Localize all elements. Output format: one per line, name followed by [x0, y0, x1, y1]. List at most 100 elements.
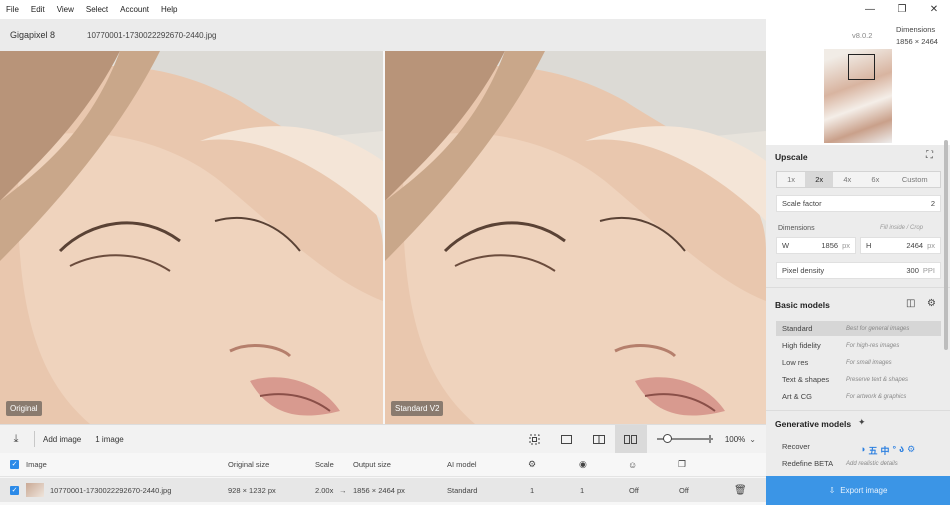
- scale-factor-field[interactable]: Scale factor 2: [776, 195, 941, 212]
- add-image-button[interactable]: Add image: [43, 435, 81, 444]
- model-label: Standard V2: [391, 401, 444, 416]
- ime-settings-icon[interactable]: ⚙: [907, 444, 915, 457]
- row-denoise: 1: [530, 485, 535, 495]
- zoom-slider[interactable]: [656, 434, 713, 443]
- height-value: 2464: [906, 241, 924, 250]
- row-arrow-icon: →: [339, 485, 347, 495]
- title-bar: Gigapixel 8 10770001-1730022292670-2440.…: [0, 19, 766, 51]
- ime-logo-icon[interactable]: ◑: [860, 444, 865, 457]
- ime-glyph[interactable]: 中: [880, 444, 889, 457]
- menu-file[interactable]: File: [6, 5, 19, 14]
- ime-glyph[interactable]: ა: [899, 444, 904, 457]
- generative-models-title: Generative models: [775, 419, 852, 429]
- model-recover[interactable]: Recover: [776, 439, 941, 454]
- maximize-button[interactable]: ❐: [886, 0, 918, 19]
- scale-1x[interactable]: 1x: [777, 172, 805, 187]
- model-name: High fidelity: [782, 341, 821, 350]
- minimize-button[interactable]: —: [854, 0, 886, 19]
- height-field[interactable]: H 2464 px: [860, 237, 941, 254]
- ime-glyph[interactable]: °: [892, 444, 896, 457]
- preview-pane[interactable]: Standard V2: [385, 51, 766, 424]
- select-all-checkbox[interactable]: ✓: [10, 460, 19, 469]
- model-name: Recover: [782, 442, 810, 451]
- zoom-level[interactable]: 100%: [725, 435, 745, 444]
- pixel-density-field[interactable]: Pixel density 300 PPI: [776, 262, 941, 279]
- width-value: 1856: [821, 241, 839, 250]
- upscale-crop-icon[interactable]: ⛶: [926, 150, 933, 161]
- single-view-button[interactable]: [551, 425, 583, 454]
- scale-4x[interactable]: 4x: [833, 172, 861, 187]
- fit-view-button[interactable]: [519, 425, 551, 454]
- preview-dimensions-value: 1856 × 2464: [896, 37, 938, 46]
- row-ai-model: Standard: [447, 485, 478, 495]
- model-art-cg[interactable]: Art & CG For artwork & graphics: [776, 389, 941, 404]
- model-text-shapes[interactable]: Text & shapes Preserve text & shapes: [776, 372, 941, 387]
- model-desc: For artwork & graphics: [846, 393, 907, 400]
- panel-scrollbar[interactable]: [944, 140, 948, 350]
- navigator-thumbnail[interactable]: [824, 49, 892, 143]
- model-name: Text & shapes: [782, 375, 830, 384]
- model-desc: Add realistic details: [846, 460, 898, 467]
- model-desc: Preserve text & shapes: [846, 376, 909, 383]
- image-table: ✓ Image Original size Scale Output size …: [0, 453, 766, 505]
- scale-factor-label: Scale factor: [782, 199, 822, 208]
- zoom-chevron-icon[interactable]: ⌄: [749, 435, 756, 444]
- compare-icon[interactable]: ◫: [906, 298, 915, 309]
- navigator-viewport[interactable]: [848, 54, 875, 80]
- table-header: ✓ Image Original size Scale Output size …: [0, 453, 766, 477]
- denoise-icon: ⚙: [528, 459, 537, 469]
- header-image: Image: [26, 460, 47, 469]
- original-pane[interactable]: Original: [0, 51, 383, 424]
- row-sharpen: 1: [580, 485, 585, 495]
- preview-dimensions-label: Dimensions: [896, 25, 936, 34]
- row-face: Off: [629, 485, 639, 495]
- zoom-knob[interactable]: [662, 434, 672, 443]
- dimensions-hint[interactable]: Fill inside / Crop: [880, 225, 923, 231]
- settings-icon[interactable]: ⚙: [927, 298, 936, 309]
- original-photo: [0, 51, 383, 424]
- fit-icon: [529, 434, 540, 444]
- model-high-fidelity[interactable]: High fidelity For high-res images: [776, 338, 941, 353]
- export-button[interactable]: ⇩ Export image: [766, 476, 950, 505]
- model-desc: For small images: [846, 359, 892, 366]
- bottom-toolbar: ⤓ Add image 1 image 100% ⌄: [0, 424, 766, 454]
- menu-view[interactable]: View: [57, 5, 74, 14]
- sharpen-icon: ◉: [579, 459, 587, 469]
- side-by-side-button[interactable]: [614, 424, 647, 454]
- split-view-button[interactable]: [583, 425, 615, 454]
- menu-bar: File Edit View Select Account Help — ❐ ✕: [0, 0, 950, 19]
- pixel-density-value: 300: [906, 266, 919, 275]
- ime-toolbar[interactable]: ◑ 五 中 ° ა ⚙: [860, 444, 915, 457]
- menu-account[interactable]: Account: [120, 5, 149, 14]
- table-row[interactable]: ✓ 10770001-1730022292670-2440.jpg 928 × …: [0, 478, 766, 502]
- menu-edit[interactable]: Edit: [31, 5, 45, 14]
- download-icon[interactable]: ⤓: [6, 429, 26, 449]
- row-crop: Off: [679, 485, 689, 495]
- close-button[interactable]: ✕: [918, 0, 950, 19]
- height-label: H: [866, 241, 872, 250]
- dimensions-label: Dimensions: [778, 225, 815, 232]
- row-filename: 10770001-1730022292670-2440.jpg: [50, 485, 172, 495]
- image-viewer[interactable]: Original Standard V2: [0, 51, 766, 424]
- model-name: Art & CG: [782, 392, 813, 401]
- menu-list: File Edit View Select Account Help: [0, 5, 189, 14]
- single-view-icon: [561, 434, 573, 444]
- model-redefine[interactable]: Redefine BETA Add realistic details: [776, 456, 941, 471]
- scale-selector: 1x 2x 4x 6x Custom: [776, 171, 941, 188]
- scale-custom[interactable]: Custom: [889, 172, 940, 187]
- scale-2x[interactable]: 2x: [805, 172, 834, 187]
- ime-glyph[interactable]: 五: [868, 444, 877, 457]
- model-standard[interactable]: Standard Best for general images: [776, 321, 941, 336]
- header-ai-model: AI model: [447, 460, 477, 469]
- row-checkbox[interactable]: ✓: [10, 485, 19, 495]
- delete-icon[interactable]: 🗑: [734, 485, 747, 496]
- width-label: W: [782, 241, 790, 250]
- scale-6x[interactable]: 6x: [861, 172, 889, 187]
- menu-select[interactable]: Select: [86, 5, 108, 14]
- header-original-size: Original size: [228, 460, 270, 469]
- width-field[interactable]: W 1856 px: [776, 237, 856, 254]
- model-low-res[interactable]: Low res For small images: [776, 355, 941, 370]
- original-label: Original: [6, 401, 42, 416]
- menu-help[interactable]: Help: [161, 5, 177, 14]
- toolbar-separator: [34, 431, 35, 447]
